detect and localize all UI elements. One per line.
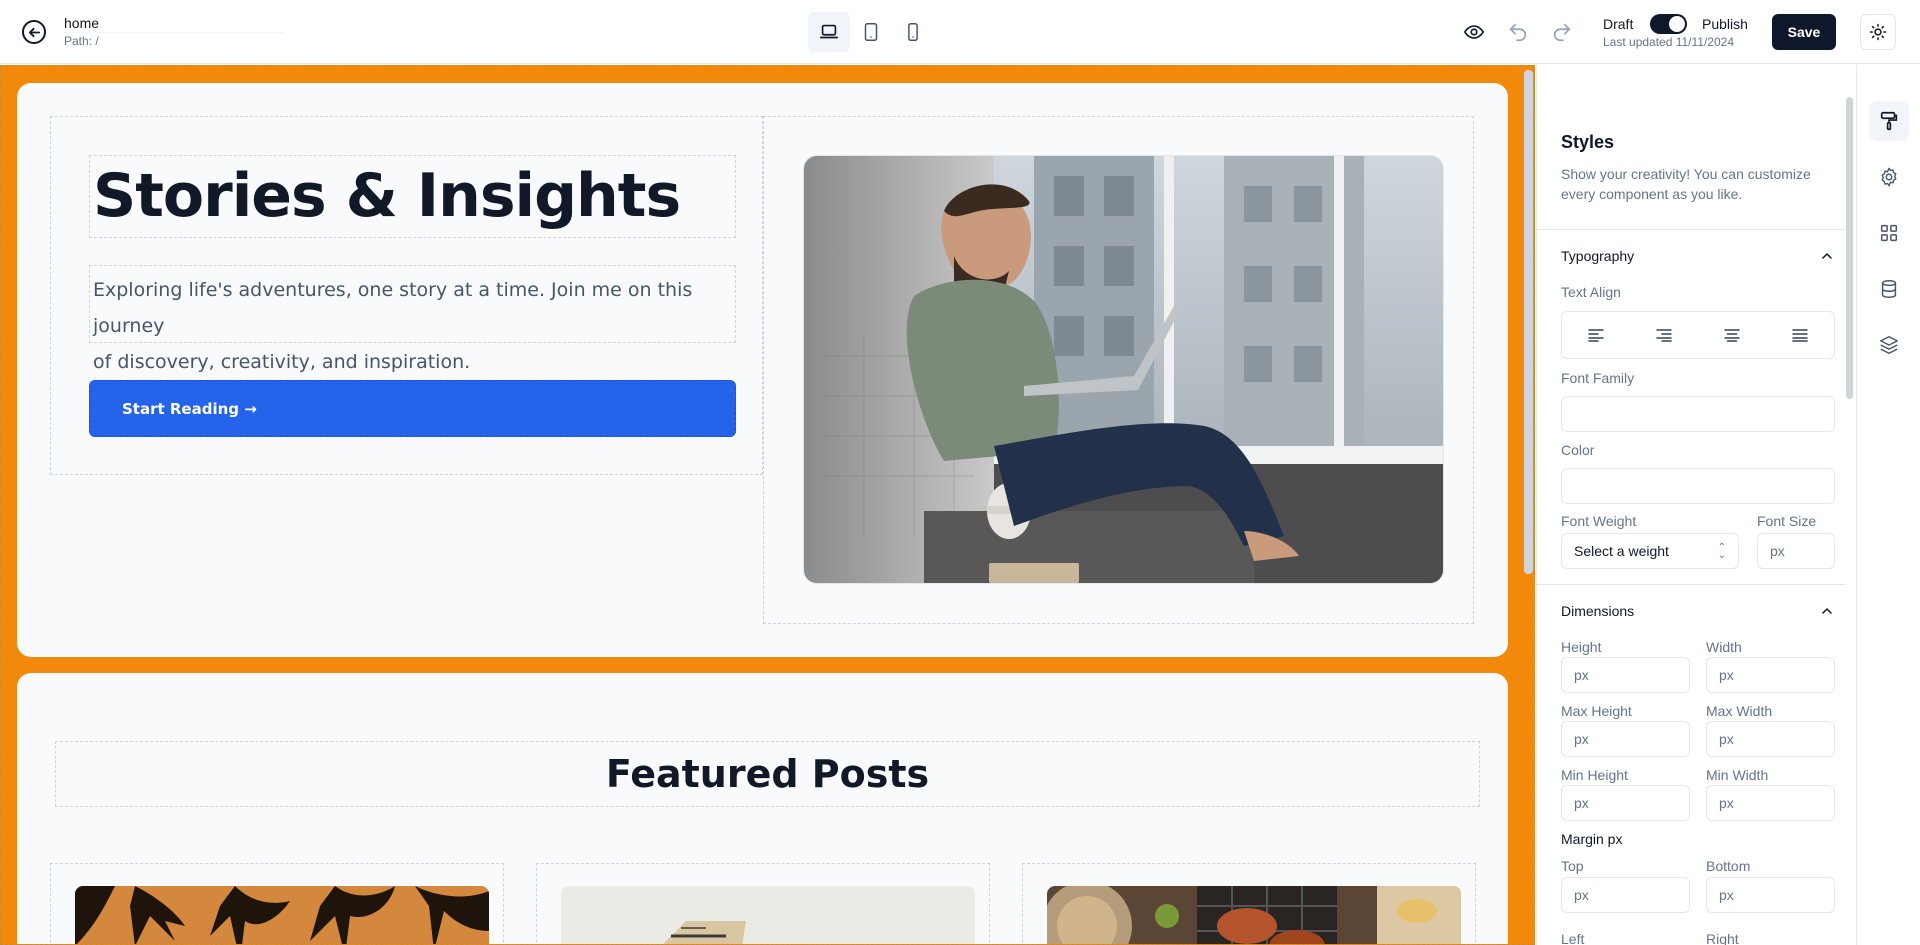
man-with-laptop-image [804,156,1443,583]
margin-right-label: Right [1706,931,1739,945]
sun-icon[interactable] [1860,14,1896,50]
min-height-label: Min Height [1561,767,1628,783]
page-name-field[interactable]: home [64,15,284,33]
panel-description: Show your creativity! You can customize … [1561,166,1811,202]
text-align-group [1561,311,1835,359]
typography-heading[interactable]: Typography [1561,248,1634,264]
layers-icon[interactable] [1869,325,1909,365]
font-family-label: Font Family [1561,370,1635,386]
color-label: Color [1561,442,1595,458]
publish-toggle[interactable] [1650,14,1687,34]
text-align-label: Text Align [1561,284,1621,300]
min-width-input[interactable]: px [1706,785,1835,821]
max-height-input[interactable]: px [1561,721,1690,757]
grid-icon[interactable] [1869,213,1909,253]
featured-posts-section[interactable]: Featured Posts [17,673,1508,944]
save-button[interactable]: Save [1772,14,1836,50]
tablet-icon[interactable] [850,12,892,52]
align-left-icon[interactable] [1562,312,1630,358]
last-updated-text: Last updated 11/11/2024 [1603,35,1735,49]
color-input[interactable] [1561,468,1835,504]
preview-eye-icon[interactable] [1460,18,1488,46]
margin-label: Margin px [1561,831,1623,847]
post-card[interactable] [50,863,504,944]
hero-image-column[interactable] [763,116,1474,624]
post-card[interactable] [1022,863,1476,944]
chevron-up-icon[interactable] [1820,604,1834,618]
hero-title: Stories & Insights [93,161,681,231]
font-size-label: Font Size [1757,513,1817,529]
max-height-label: Max Height [1561,703,1632,719]
notebook-image [561,886,975,944]
divider [1536,229,1846,230]
margin-top-input[interactable]: px [1561,877,1690,913]
hero-text-column[interactable]: Stories & Insights Exploring life's adve… [50,116,763,475]
grilled-food-image [1047,886,1461,944]
editor-canvas[interactable]: Stories & Insights Exploring life's adve… [0,65,1535,945]
publish-label: Publish [1702,16,1748,32]
start-reading-button[interactable]: Start Reading → [89,380,736,437]
height-label: Height [1561,639,1602,655]
margin-top-label: Top [1561,858,1584,874]
align-right-icon[interactable] [1630,312,1698,358]
min-height-input[interactable]: px [1561,785,1690,821]
database-icon[interactable] [1869,269,1909,309]
toggle-knob [1669,16,1685,32]
device-switcher [808,12,934,52]
featured-title-block[interactable]: Featured Posts [55,741,1480,807]
align-justify-icon[interactable] [1766,312,1834,358]
page-path: Path: / [64,34,99,48]
panel-tab-rail [1856,65,1920,945]
gear-icon[interactable] [1869,157,1909,197]
margin-left-label: Left [1561,931,1585,945]
post-card[interactable] [536,863,990,944]
top-bar: home Path: / Draft Publish Last updated … [0,0,1920,64]
palm-sunset-image [75,886,489,944]
back-arrow-icon[interactable] [22,20,46,44]
featured-title: Featured Posts [605,752,930,796]
font-size-input[interactable]: px [1757,533,1835,569]
dimensions-heading[interactable]: Dimensions [1561,603,1634,619]
laptop-icon[interactable] [808,12,850,52]
hero-photo[interactable] [803,155,1444,584]
hero-subtitle-block[interactable]: Exploring life's adventures, one story a… [89,265,736,373]
post-thumbnail[interactable] [1047,886,1461,944]
font-family-input[interactable] [1561,396,1835,432]
chevron-up-icon[interactable] [1820,249,1834,263]
font-weight-label: Font Weight [1561,513,1637,529]
align-center-icon[interactable] [1698,312,1766,358]
phone-icon[interactable] [892,12,934,52]
canvas-scrollbar[interactable] [1524,70,1533,574]
divider [1536,584,1846,585]
font-weight-select[interactable]: Select a weight ⌃ ⌄ [1561,533,1739,569]
width-input[interactable]: px [1706,657,1835,693]
hero-subtitle-line-2: of discovery, creativity, and inspiratio… [93,351,471,373]
post-thumbnail[interactable] [561,886,975,944]
font-weight-value: Select a weight [1574,543,1669,559]
hero-title-block[interactable]: Stories & Insights [89,155,736,238]
hero-subtitle-line-1: Exploring life's adventures, one story a… [93,279,693,337]
post-thumbnail[interactable] [75,886,489,944]
paint-roller-icon[interactable] [1869,101,1909,141]
draft-label: Draft [1603,16,1634,32]
width-label: Width [1706,639,1742,655]
height-input[interactable]: px [1561,657,1690,693]
chevron-updown-icon: ⌃ ⌄ [1717,542,1726,561]
margin-bottom-label: Bottom [1706,858,1751,874]
redo-icon[interactable] [1548,18,1576,46]
hero-section[interactable]: Stories & Insights Exploring life's adve… [17,83,1508,657]
min-width-label: Min Width [1706,767,1769,783]
undo-icon[interactable] [1504,18,1532,46]
max-width-label: Max Width [1706,703,1773,719]
margin-bottom-input[interactable]: px [1706,877,1835,913]
panel-title: Styles [1561,132,1615,152]
max-width-input[interactable]: px [1706,721,1835,757]
panel-scrollbar[interactable] [1846,97,1853,399]
